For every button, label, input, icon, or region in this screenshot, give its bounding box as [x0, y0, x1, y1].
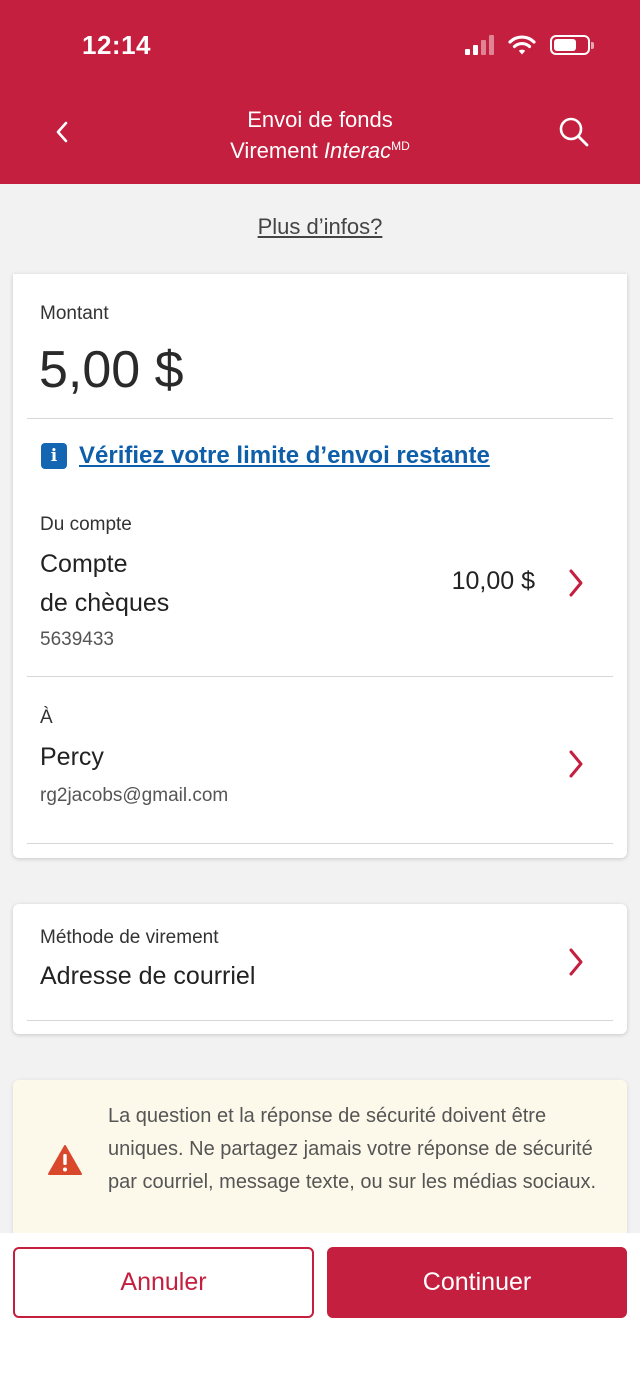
recipient-label: À: [40, 707, 53, 728]
footer-actions: Annuler Continuer: [0, 1233, 640, 1387]
from-account-number: 5639433: [40, 629, 114, 650]
app-header: 12:14 Envoi de fonds Virement InteracMD: [0, 0, 640, 184]
from-account-balance: 10,00 $: [451, 567, 535, 595]
cancel-button[interactable]: Annuler: [13, 1247, 314, 1318]
amount-value[interactable]: 5,00 $: [39, 340, 184, 400]
wifi-icon: [508, 35, 536, 55]
status-time: 12:14: [82, 30, 151, 60]
chevron-right-icon: [569, 569, 583, 597]
continue-button[interactable]: Continuer: [327, 1247, 627, 1318]
transfer-method-label: Méthode de virement: [40, 927, 219, 948]
cellular-signal-icon: [465, 35, 494, 55]
search-button[interactable]: [552, 110, 596, 154]
info-icon: i: [41, 443, 67, 469]
transfer-method-card: Méthode de virement Adresse de courriel: [13, 904, 627, 1034]
recipient-email: rg2jacobs@gmail.com: [40, 785, 229, 806]
divider: [27, 1020, 613, 1021]
more-info-link[interactable]: Plus d’infos?: [258, 214, 383, 239]
search-icon: [559, 117, 589, 147]
amount-label: Montant: [40, 303, 109, 324]
security-warning-text: La question et la réponse de sécurité do…: [108, 1105, 596, 1193]
more-info-link-wrapper: Plus d’infos?: [0, 214, 640, 240]
recipient-name: Percy: [40, 743, 104, 771]
page-title-line1: Envoi de fonds: [247, 107, 393, 132]
from-account-label: Du compte: [40, 514, 132, 535]
from-account-row[interactable]: Du compte Compte de chèques 5639433 10,0…: [13, 499, 627, 677]
security-warning-card: La question et la réponse de sécurité do…: [13, 1080, 627, 1250]
page-title-line2: Virement InteracMD: [230, 138, 410, 163]
interac-brand: Interac: [323, 138, 392, 163]
status-icons: [465, 34, 594, 56]
page-title: Envoi de fonds Virement InteracMD: [0, 106, 640, 164]
trademark-mark: MD: [391, 139, 410, 153]
recipient-row[interactable]: À Percy rg2jacobs@gmail.com: [13, 677, 627, 843]
transfer-method-row[interactable]: Méthode de virement Adresse de courriel: [13, 904, 627, 1020]
transfer-method-value: Adresse de courriel: [40, 962, 256, 990]
transfer-details-card: Montant 5,00 $ i Vérifiez votre limite d…: [13, 274, 627, 858]
send-limit-link[interactable]: i Vérifiez votre limite d’envoi restante: [41, 442, 490, 470]
battery-icon: [550, 35, 594, 55]
chevron-right-icon: [569, 750, 583, 778]
divider: [27, 843, 613, 844]
chevron-right-icon: [569, 948, 583, 976]
divider: [27, 418, 613, 419]
warning-icon: [48, 1145, 82, 1175]
from-account-name: Compte de chèques: [40, 550, 170, 617]
send-limit-link-label: Vérifiez votre limite d’envoi restante: [79, 442, 490, 469]
